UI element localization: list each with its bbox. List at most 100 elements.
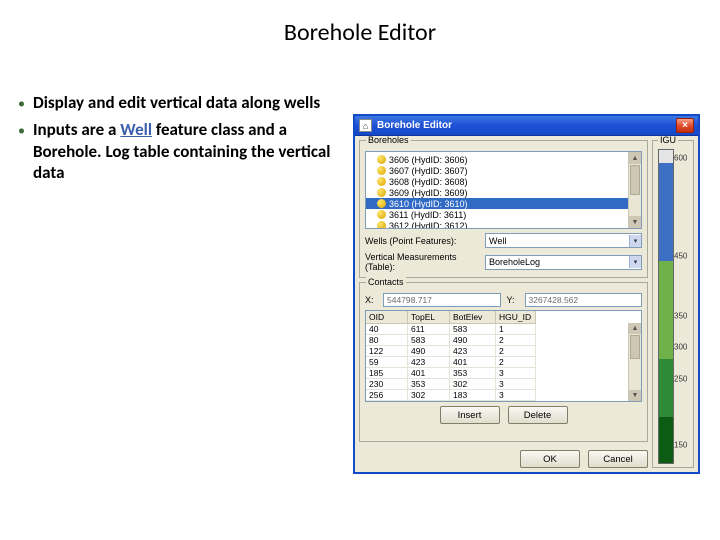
tree-item[interactable]: 3607 (HydID: 3607) bbox=[366, 165, 641, 176]
bullet-icon: • bbox=[18, 122, 25, 140]
grid-scrollbar[interactable]: ▲ ▼ bbox=[628, 323, 641, 401]
window-title: Borehole Editor bbox=[377, 120, 676, 131]
x-label: X: bbox=[365, 295, 377, 305]
igu-segment bbox=[659, 261, 673, 359]
vmeas-combo[interactable]: BoreholeLog ▾ bbox=[485, 255, 642, 270]
delete-button[interactable]: Delete bbox=[508, 406, 568, 424]
table-row[interactable]: 2303533023 bbox=[366, 379, 641, 390]
y-value: 3267428.562 bbox=[525, 293, 643, 307]
tree-item-label: 3610 (HydID: 3610) bbox=[389, 199, 468, 209]
insert-button[interactable]: Insert bbox=[440, 406, 500, 424]
tree-item[interactable]: 3608 (HydID: 3608) bbox=[366, 176, 641, 187]
table-cell: 353 bbox=[450, 368, 496, 379]
chevron-down-icon[interactable]: ▾ bbox=[629, 235, 641, 247]
table-cell: 3 bbox=[496, 390, 536, 401]
table-cell: 611 bbox=[408, 324, 450, 335]
tree-item-label: 3606 (HydID: 3606) bbox=[389, 155, 468, 165]
tree-item[interactable]: 3612 (HydID: 3612) bbox=[366, 220, 641, 229]
igu-tick: 250 bbox=[674, 374, 687, 383]
igu-segment bbox=[659, 163, 673, 261]
node-icon bbox=[377, 188, 386, 197]
slide-bullets: • Display and edit vertical data along w… bbox=[18, 92, 348, 189]
tree-item-label: 3608 (HydID: 3608) bbox=[389, 177, 468, 187]
borehole-tree[interactable]: 3606 (HydID: 3606)3607 (HydID: 3607)3608… bbox=[365, 151, 642, 229]
contacts-group: Contacts X: 544798.717 Y: 3267428.562 OI… bbox=[359, 282, 648, 442]
table-row[interactable]: 2563021833 bbox=[366, 390, 641, 401]
igu-ticks: 600450350300250150 bbox=[674, 149, 690, 464]
slide-title: Borehole Editor bbox=[0, 18, 720, 47]
tree-item-label: 3611 (HydID: 3611) bbox=[389, 210, 466, 220]
node-icon bbox=[377, 199, 386, 208]
node-icon bbox=[377, 177, 386, 186]
table-cell: 1 bbox=[496, 324, 536, 335]
table-row[interactable]: 406115831 bbox=[366, 324, 641, 335]
column-header[interactable]: TopEL bbox=[408, 311, 450, 324]
y-label: Y: bbox=[507, 295, 519, 305]
igu-tick: 600 bbox=[674, 154, 687, 163]
app-icon: ⌂ bbox=[359, 119, 372, 132]
scroll-down-icon[interactable]: ▼ bbox=[629, 216, 641, 228]
node-icon bbox=[377, 166, 386, 175]
scroll-up-icon[interactable]: ▲ bbox=[629, 323, 641, 334]
table-cell: 3 bbox=[496, 379, 536, 390]
table-cell: 2 bbox=[496, 357, 536, 368]
column-header[interactable]: HGU_ID bbox=[496, 311, 536, 324]
table-cell: 185 bbox=[366, 368, 408, 379]
igu-tick: 300 bbox=[674, 343, 687, 352]
table-row[interactable]: 805834902 bbox=[366, 335, 641, 346]
node-icon bbox=[377, 210, 386, 219]
scroll-thumb[interactable] bbox=[630, 165, 640, 195]
table-cell: 183 bbox=[450, 390, 496, 401]
bullet-item: • Inputs are a Well feature class and a … bbox=[18, 119, 348, 183]
group-label: Boreholes bbox=[366, 136, 411, 145]
ok-button[interactable]: OK bbox=[520, 450, 580, 468]
table-cell: 302 bbox=[450, 379, 496, 390]
igu-segment bbox=[659, 150, 673, 163]
table-cell: 3 bbox=[496, 368, 536, 379]
column-header[interactable]: OID bbox=[366, 311, 408, 324]
table-row[interactable]: 1224904232 bbox=[366, 346, 641, 357]
tree-item-label: 3612 (HydID: 3612) bbox=[389, 221, 468, 230]
contacts-grid[interactable]: OIDTopELBotElevHGU_ID 406115831805834902… bbox=[365, 310, 642, 402]
table-cell: 490 bbox=[450, 335, 496, 346]
wells-value: Well bbox=[489, 236, 506, 246]
table-cell: 230 bbox=[366, 379, 408, 390]
table-cell: 40 bbox=[366, 324, 408, 335]
table-cell: 80 bbox=[366, 335, 408, 346]
bullet-icon: • bbox=[18, 95, 25, 113]
wells-label: Wells (Point Features): bbox=[365, 236, 485, 246]
bullet-text: Display and edit vertical data along wel… bbox=[33, 92, 320, 113]
table-cell: 302 bbox=[408, 390, 450, 401]
tree-scrollbar[interactable]: ▲▼ bbox=[628, 152, 641, 228]
igu-segment bbox=[659, 417, 673, 463]
table-cell: 353 bbox=[408, 379, 450, 390]
cancel-button[interactable]: Cancel bbox=[588, 450, 648, 468]
scroll-thumb[interactable] bbox=[630, 335, 640, 359]
igu-segment bbox=[659, 359, 673, 418]
tree-item[interactable]: 3611 (HydID: 3611) bbox=[366, 209, 641, 220]
igu-bar bbox=[658, 149, 674, 464]
table-cell: 423 bbox=[408, 357, 450, 368]
table-row[interactable]: 1854013533 bbox=[366, 368, 641, 379]
table-cell: 423 bbox=[450, 346, 496, 357]
column-header[interactable]: BotElev bbox=[450, 311, 496, 324]
table-cell: 2 bbox=[496, 335, 536, 346]
boreholes-group: Boreholes 3606 (HydID: 3606)3607 (HydID:… bbox=[359, 140, 648, 278]
vmeas-value: BoreholeLog bbox=[489, 257, 540, 267]
tree-item[interactable]: 3610 (HydID: 3610) bbox=[366, 198, 641, 209]
x-value: 544798.717 bbox=[383, 293, 501, 307]
table-cell: 122 bbox=[366, 346, 408, 357]
scroll-up-icon[interactable]: ▲ bbox=[629, 152, 641, 164]
tree-item[interactable]: 3609 (HydID: 3609) bbox=[366, 187, 641, 198]
bullet-item: • Display and edit vertical data along w… bbox=[18, 92, 348, 113]
wells-combo[interactable]: Well ▾ bbox=[485, 233, 642, 248]
table-row[interactable]: 594234012 bbox=[366, 357, 641, 368]
node-icon bbox=[377, 155, 386, 164]
scroll-down-icon[interactable]: ▼ bbox=[629, 390, 641, 401]
tree-item[interactable]: 3606 (HydID: 3606) bbox=[366, 154, 641, 165]
table-cell: 490 bbox=[408, 346, 450, 357]
close-button[interactable]: × bbox=[676, 118, 694, 133]
titlebar[interactable]: ⌂ Borehole Editor × bbox=[355, 116, 698, 136]
chevron-down-icon[interactable]: ▾ bbox=[629, 256, 641, 268]
bullet-text: Inputs are a Well feature class and a Bo… bbox=[33, 119, 348, 183]
